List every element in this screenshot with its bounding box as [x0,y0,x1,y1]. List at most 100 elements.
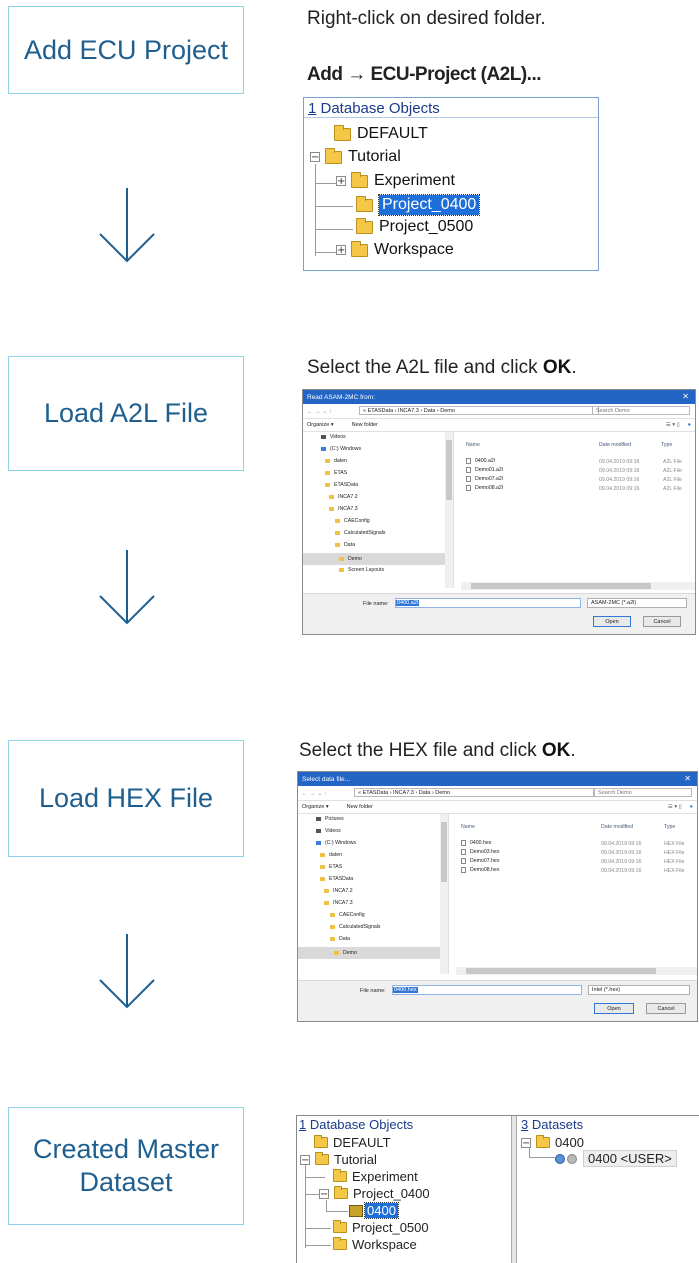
col-type[interactable]: Type [661,442,672,448]
file-row[interactable]: 0400.hex [461,840,491,846]
file-row[interactable]: Demo03.hex [461,849,499,855]
nav-item-calculatedsignals[interactable]: CalculatedSignals [330,924,381,930]
cancel-button[interactable]: Cancel [646,1003,686,1014]
tree-item-project-0400[interactable]: Project_0400 [356,194,481,216]
tree-item-project-0500[interactable]: Project_0500 [333,1220,429,1235]
col-name[interactable]: Name [466,442,480,448]
tree-item-default[interactable]: DEFAULT [314,1135,391,1150]
file-row[interactable]: Demo08.hex [461,867,499,873]
help-icon[interactable]: ● [688,422,691,428]
cancel-button[interactable]: Cancel [643,616,681,627]
expand-icon[interactable]: + [336,176,346,187]
nav-item-etas[interactable]: ETAS [325,470,347,476]
path-input[interactable]: « ETASData › INCA7.3 › Data › Demo [359,406,599,415]
folder-icon [333,1237,347,1250]
collapse-icon[interactable]: − [300,1154,310,1165]
nav-item-daten[interactable]: daten [325,458,347,464]
file-row[interactable]: Demo08.a2l [466,485,503,491]
nav-arrows-icon[interactable]: ← → ⌄ ↑ [307,408,332,415]
nav-item-screen-layouts[interactable]: Screen Layouts [339,567,384,573]
nav-item-etas[interactable]: ETAS [320,864,342,870]
view-options-icon[interactable]: ☰ ▾ ▯ [666,422,680,428]
file-type-select[interactable]: ASAM-2MC (*.a2l) [587,598,687,608]
nav-item-data[interactable]: Data [330,936,350,942]
dialog-title-bar: Select data file... ✕ [298,772,697,786]
nav-scrollbar[interactable] [445,432,453,588]
nav-item-inca73[interactable]: INCA7.3 [324,900,353,906]
nav-item-windows[interactable]: (C:) Windows [316,840,356,846]
step-label: Load HEX File [38,783,214,813]
file-row[interactable]: Demo07.a2l [466,476,503,482]
path-input[interactable]: « ETASData › INCA7.3 › Data › Demo [354,788,594,797]
organize-button[interactable]: Organize ▾ [302,804,329,810]
nav-item-data[interactable]: Data [335,542,355,548]
folder-icon [351,171,368,188]
tree-item-tutorial[interactable]: − Tutorial [300,1152,377,1167]
step-created-master-dataset: Created Master Dataset [8,1107,244,1225]
file-row[interactable]: 0400.a2l [466,458,495,464]
dataset-item-0400[interactable]: 0400 <USER> [555,1150,677,1167]
step-label-line1: Created Master [32,1134,220,1164]
nav-arrows-icon[interactable]: ← → ⌄ ↑ [302,790,327,797]
step-label-line2: Dataset [79,1167,173,1197]
pane-splitter[interactable] [511,1116,517,1263]
search-input[interactable]: Search Demo [592,406,690,415]
view-options-icon[interactable]: ☰ ▾ ▯ [668,804,682,810]
file-list-scrollbar[interactable] [456,967,697,975]
tree-item-project-0400[interactable]: − Project_0400 [319,1186,430,1201]
tree-item-tutorial[interactable]: − Tutorial [310,147,401,166]
col-date[interactable]: Date modified [601,824,633,830]
nav-item-etasdata[interactable]: ETASData [325,482,358,488]
collapse-icon[interactable]: − [310,152,320,163]
col-date[interactable]: Date modified [599,442,631,448]
open-button[interactable]: Open [593,616,631,627]
tree-item-0400[interactable]: 0400 [349,1202,399,1219]
nav-item-inca72[interactable]: INCA7.2 [324,888,353,894]
close-icon[interactable]: ✕ [682,392,689,401]
new-folder-button[interactable]: New folder [347,804,373,810]
new-folder-button[interactable]: New folder [352,422,378,428]
close-icon[interactable]: ✕ [684,774,691,783]
file-date: 09.04.2019 09:16 [599,468,640,474]
collapse-icon[interactable]: − [319,1188,329,1199]
nav-item-daten[interactable]: daten [320,852,342,858]
tree-item-default[interactable]: DEFAULT [334,124,428,143]
dataset-folder-0400[interactable]: −0400 [521,1135,584,1150]
search-input[interactable]: Search Demo [594,788,692,797]
file-list-scrollbar[interactable] [461,582,695,590]
nav-item-inca73[interactable]: INCA7.3 [329,506,358,512]
nav-scrollbar[interactable] [440,814,448,974]
nav-item-calculatedsignals[interactable]: CalculatedSignals [335,530,386,536]
collapse-icon[interactable]: − [521,1137,531,1148]
nav-item-inca72[interactable]: INCA7.2 [329,494,358,500]
col-name[interactable]: Name [461,824,475,830]
folder-icon [356,217,373,234]
nav-item-demo[interactable]: Demo [298,947,440,959]
col-type[interactable]: Type [664,824,675,830]
instruction-select-hex: Select the HEX file and click OK. [299,740,576,761]
nav-item-demo[interactable]: Demo [303,553,445,565]
file-name-input[interactable]: 0400.hex [392,985,582,995]
nav-item-videos[interactable]: Videos [316,828,341,834]
file-row[interactable]: Demo07.hex [461,858,499,864]
nav-item-videos[interactable]: Videos [321,434,346,440]
help-icon[interactable]: ● [690,804,693,810]
file-name-label: File name: [363,601,389,607]
file-row[interactable]: Demo01.a2l [466,467,503,473]
organize-button[interactable]: Organize ▾ [307,422,334,428]
tree-item-workspace[interactable]: + Workspace [336,240,454,259]
tree-item-experiment[interactable]: Experiment [333,1169,418,1184]
nav-item-caeconfig[interactable]: CAEConfig [330,912,365,918]
open-button[interactable]: Open [594,1003,634,1014]
expand-icon[interactable]: + [336,245,346,256]
nav-item-caeconfig[interactable]: CAEConfig [335,518,370,524]
nav-item-windows[interactable]: (C:) Windows [321,446,361,452]
file-name-input[interactable]: 0400.a2l [395,598,581,608]
tree-item-project-0500[interactable]: Project_0500 [356,217,473,236]
file-type: HEX File [664,841,685,847]
file-type-select[interactable]: Intel (*.hex) [588,985,690,995]
nav-item-etasdata[interactable]: ETASData [320,876,353,882]
tree-item-experiment[interactable]: + Experiment [336,171,455,190]
nav-item-pictures[interactable]: Pictures [316,816,344,822]
tree-item-workspace[interactable]: Workspace [333,1237,417,1252]
